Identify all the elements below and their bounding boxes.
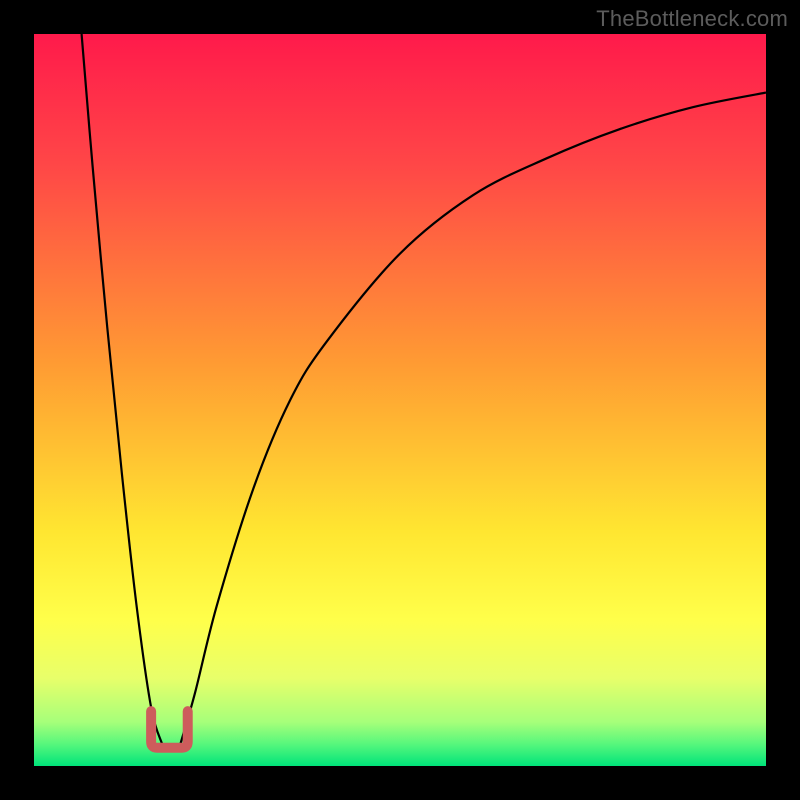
curve-left-branch [82,34,163,744]
chart-svg [34,34,766,766]
curve-right-branch [180,93,766,744]
watermark-text: TheBottleneck.com [596,6,788,32]
chart-frame: TheBottleneck.com [0,0,800,800]
